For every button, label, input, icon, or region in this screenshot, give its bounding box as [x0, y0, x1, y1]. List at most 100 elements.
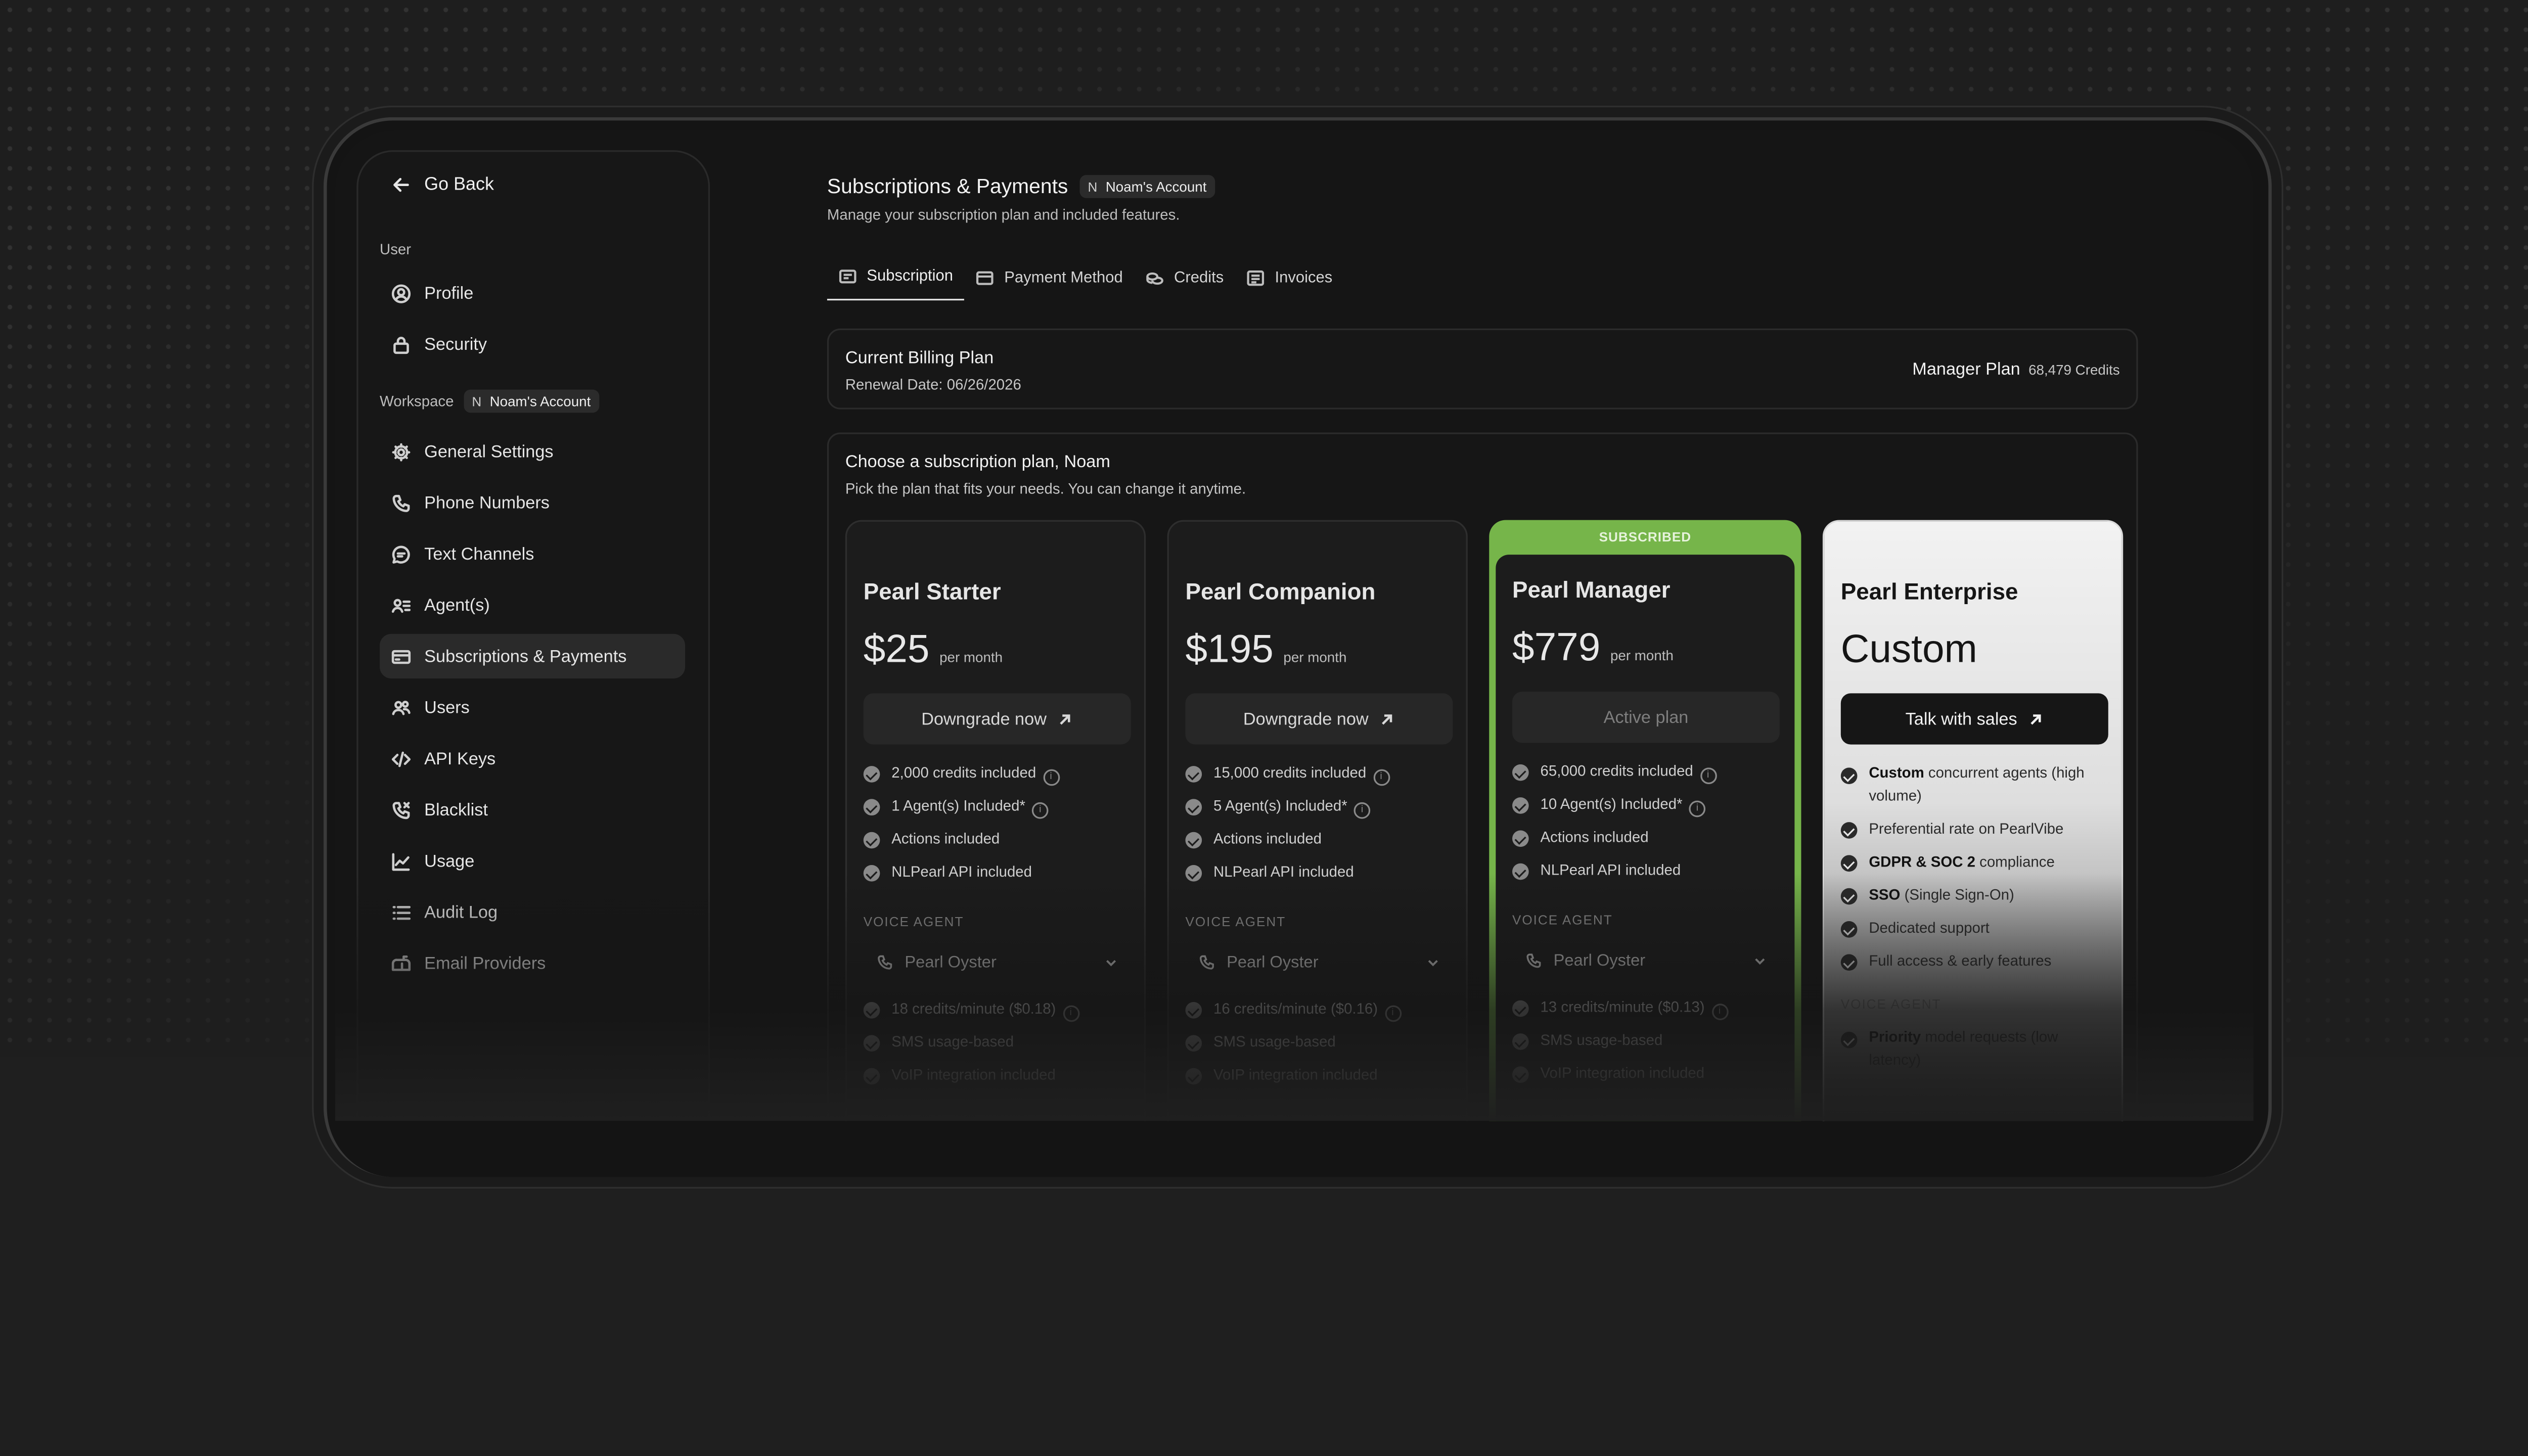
sidebar-item-text-channels[interactable]: Text Channels: [380, 531, 685, 576]
plan-chooser-heading: Choose a subscription plan, Noam: [845, 452, 1110, 472]
feature-text: VoIP integration included: [1213, 1066, 1378, 1083]
check-icon: [1512, 1033, 1529, 1050]
sidebar-item-audit-log[interactable]: Audit Log: [380, 890, 685, 934]
check-icon: [1840, 921, 1858, 938]
agent-list-icon: [391, 598, 411, 612]
sidebar-item-label: Email Providers: [424, 953, 546, 973]
sidebar-item-phone-numbers[interactable]: Phone Numbers: [380, 480, 685, 525]
coins-icon: [1146, 271, 1164, 284]
plan-card-companion: Pearl Companion $195 per month Downgrade …: [1167, 520, 1468, 1121]
go-back-button[interactable]: Go Back: [391, 175, 494, 195]
feature-text: SMS usage-based: [1540, 1031, 1663, 1049]
tab-label: Credits: [1173, 268, 1224, 287]
check-icon: [1840, 954, 1858, 971]
info-icon[interactable]: i: [1373, 769, 1389, 786]
page-title: Subscriptions & Payments: [827, 175, 1068, 198]
voice-agent-select[interactable]: Pearl Oyster: [864, 942, 1131, 982]
sidebar-item-users[interactable]: Users: [380, 685, 685, 730]
check-icon: [1185, 1068, 1202, 1085]
feature-item: NLPearl API included: [1185, 861, 1458, 884]
feature-text: VoIP integration included: [891, 1066, 1056, 1083]
sidebar-item-general-settings[interactable]: General Settings: [380, 429, 685, 474]
check-icon: [863, 799, 880, 816]
sidebar-item-blacklist[interactable]: Blacklist: [380, 788, 685, 832]
feature-item: 65,000 credits included i: [1512, 761, 1785, 785]
sidebar-item-agents[interactable]: Agent(s): [380, 583, 685, 627]
app-screen: Go Back User Profile Security Workspace …: [335, 130, 2254, 1121]
feature-item: Actions included: [863, 829, 1136, 851]
check-icon: [1840, 822, 1858, 839]
check-icon: [863, 1068, 880, 1085]
plan-price: $25 per month: [864, 627, 1003, 673]
tab-payment-method[interactable]: Payment Method: [965, 254, 1135, 300]
button-label: Downgrade now: [921, 709, 1047, 729]
lock-icon: [393, 336, 409, 353]
tab-invoices[interactable]: Invoices: [1235, 254, 1344, 300]
feature-text: 2,000 credits included: [891, 764, 1036, 781]
arrow-up-right-icon: [1381, 713, 1392, 724]
card-icon: [976, 270, 994, 285]
chevron-down-icon: [1106, 960, 1116, 967]
info-icon[interactable]: i: [1043, 769, 1059, 786]
voice-agent-label: VOICE AGENT: [863, 914, 964, 930]
feature-text: 16 credits/minute ($0.16): [1213, 1000, 1378, 1017]
sidebar-item-profile[interactable]: Profile: [380, 271, 685, 315]
page-subtitle: Manage your subscription plan and includ…: [827, 206, 1180, 223]
tab-label: Payment Method: [1004, 268, 1123, 287]
check-icon: [1512, 1000, 1529, 1017]
price-period: per month: [1283, 649, 1347, 665]
tab-label: Invoices: [1275, 268, 1333, 287]
list-icon: [392, 905, 411, 919]
go-back-label: Go Back: [424, 175, 494, 195]
feature-item: SMS usage-based: [1185, 1032, 1458, 1054]
sidebar-item-security[interactable]: Security: [380, 322, 685, 367]
feature-text: Actions included: [1540, 829, 1649, 845]
price-amount: $25: [863, 627, 930, 672]
workspace-section-label: Workspace N Noam's Account: [380, 389, 599, 413]
feature-item: VoIP integration included: [863, 1065, 1136, 1087]
info-icon[interactable]: i: [1699, 767, 1717, 785]
sidebar-item-email-providers[interactable]: Email Providers: [380, 941, 685, 985]
invoice-list-icon: [1247, 269, 1265, 285]
phone-icon: [1199, 955, 1214, 970]
check-icon: [1512, 863, 1529, 880]
sidebar-item-usage[interactable]: Usage: [380, 839, 685, 883]
feature-text-bold: Custom: [1869, 764, 1924, 781]
info-icon[interactable]: i: [1032, 802, 1049, 819]
sidebar-item-subscriptions-payments[interactable]: Subscriptions & Payments: [380, 633, 686, 679]
price-amount: Custom: [1840, 627, 1977, 672]
info-icon[interactable]: i: [1062, 1005, 1079, 1022]
page: Go Back User Profile Security Workspace …: [0, 0, 2528, 1456]
sidebar-item-api-keys[interactable]: API Keys: [380, 736, 685, 781]
check-icon: [863, 1002, 880, 1019]
talk-with-sales-button[interactable]: Talk with sales: [1840, 693, 2108, 745]
info-icon[interactable]: i: [1711, 1004, 1728, 1020]
plan-chooser: Choose a subscription plan, Noam Pick th…: [827, 432, 2138, 1121]
plan-name: Pearl Starter: [863, 577, 1001, 605]
feature-text: SMS usage-based: [1213, 1033, 1336, 1050]
billing-credits: 68,479 Credits: [2028, 361, 2120, 378]
info-icon[interactable]: i: [1384, 1005, 1401, 1022]
workspace-label: Workspace: [380, 393, 454, 410]
tab-subscription[interactable]: Subscription: [827, 254, 965, 301]
voice-agent-select[interactable]: Pearl Oyster: [1185, 942, 1453, 982]
check-icon: [1512, 830, 1529, 847]
tab-credits[interactable]: Credits: [1135, 254, 1235, 300]
downgrade-button[interactable]: Downgrade now: [863, 693, 1131, 745]
check-icon: [1840, 855, 1858, 872]
voice-agent-value: Pearl Oyster: [1553, 951, 1646, 970]
plan-card-starter: Pearl Starter $25 per month Downgrade now…: [845, 520, 1146, 1121]
button-label: Talk with sales: [1905, 709, 2017, 729]
check-icon: [863, 766, 880, 783]
workspace-badge[interactable]: N Noam's Account: [464, 389, 599, 413]
feature-item: VoIP integration included: [1512, 1063, 1785, 1085]
info-icon[interactable]: i: [1689, 800, 1706, 817]
voice-agent-value: Pearl Oyster: [905, 953, 997, 972]
feature-text: 13 credits/minute ($0.13): [1540, 998, 1705, 1016]
voice-agent-label: VOICE AGENT: [1512, 913, 1613, 928]
feature-item: Full access & early features: [1840, 951, 2113, 973]
info-icon[interactable]: i: [1353, 802, 1371, 819]
feature-item: Custom concurrent agents (high volume): [1840, 763, 2113, 807]
downgrade-button[interactable]: Downgrade now: [1185, 693, 1453, 745]
voice-agent-select[interactable]: Pearl Oyster: [1512, 941, 1780, 980]
